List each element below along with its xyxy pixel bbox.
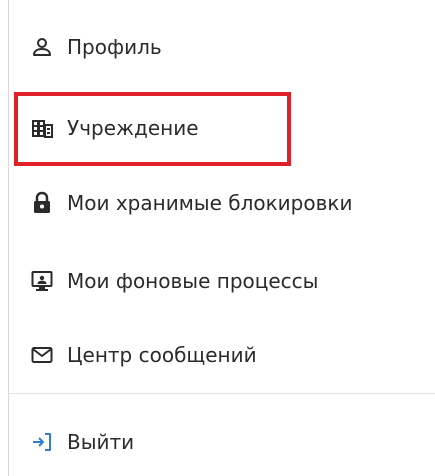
envelope-icon xyxy=(31,342,57,368)
menu-item-label: Центр сообщений xyxy=(67,343,257,367)
menu-item-message-center[interactable]: Центр сообщений xyxy=(9,330,435,380)
user-icon xyxy=(31,34,57,60)
user-menu: Профиль Учреждение Мои хранимые блокиров… xyxy=(8,0,435,476)
menu-item-logout[interactable]: Выйти xyxy=(9,417,435,467)
menu-item-label: Выйти xyxy=(67,430,135,454)
building-icon xyxy=(31,115,57,141)
menu-item-label: Профиль xyxy=(67,35,162,59)
menu-item-label: Учреждение xyxy=(67,116,199,140)
menu-divider xyxy=(9,393,435,394)
menu-item-institution[interactable]: Учреждение xyxy=(9,103,435,153)
menu-item-label: Мои фоновые процессы xyxy=(67,269,319,293)
menu-item-label: Мои хранимые блокировки xyxy=(67,191,353,215)
logout-icon xyxy=(31,429,57,455)
menu-item-profile[interactable]: Профиль xyxy=(9,22,435,72)
lock-icon xyxy=(31,190,57,216)
menu-item-background-processes[interactable]: Мои фоновые процессы xyxy=(9,256,435,306)
menu-item-stored-locks[interactable]: Мои хранимые блокировки xyxy=(9,178,435,228)
monitor-icon xyxy=(31,268,57,294)
